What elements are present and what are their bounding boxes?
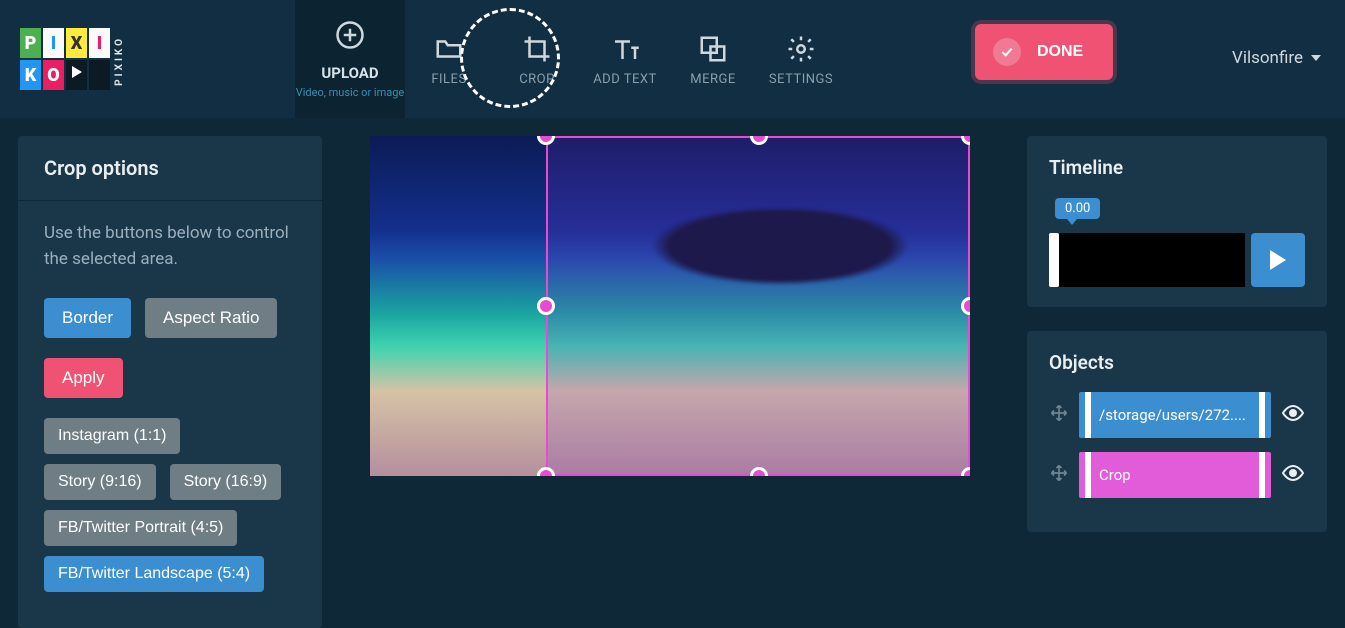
upload-title: UPLOAD bbox=[321, 64, 378, 82]
done-button[interactable]: DONE bbox=[975, 24, 1113, 80]
crop-icon bbox=[520, 32, 554, 66]
object-row: Crop bbox=[1049, 452, 1305, 498]
panel-title: Crop options bbox=[18, 136, 322, 201]
user-name: Vilsonfire bbox=[1232, 48, 1303, 68]
timeline-clip[interactable] bbox=[1059, 233, 1245, 287]
done-label: DONE bbox=[1037, 43, 1083, 61]
toolbar-settings-label: SETTINGS bbox=[769, 72, 833, 87]
folder-icon bbox=[432, 32, 466, 66]
toolbar-addtext[interactable]: ADD TEXT bbox=[581, 0, 669, 118]
upload-button[interactable]: UPLOAD Video, music or image bbox=[295, 0, 405, 118]
timeline-position-badge: 0.00 bbox=[1055, 198, 1100, 219]
border-button[interactable]: Border bbox=[44, 298, 131, 338]
visibility-toggle-icon[interactable] bbox=[1281, 401, 1305, 429]
object-chip-crop[interactable]: Crop bbox=[1079, 452, 1271, 498]
merge-icon bbox=[696, 32, 730, 66]
upload-subtitle: Video, music or image bbox=[296, 86, 404, 100]
drag-handle-icon[interactable] bbox=[1049, 463, 1069, 487]
editor-canvas[interactable] bbox=[370, 136, 970, 476]
preset-story-16-9[interactable]: Story (16:9) bbox=[170, 464, 282, 500]
objects-title: Objects bbox=[1049, 351, 1305, 374]
brand-text: PIXIKO bbox=[114, 36, 125, 86]
user-menu[interactable]: Vilsonfire bbox=[1232, 48, 1321, 68]
toolbar-merge-label: MERGE bbox=[690, 72, 736, 87]
toolbar-addtext-label: ADD TEXT bbox=[593, 72, 657, 87]
toolbar-merge[interactable]: MERGE bbox=[669, 0, 757, 118]
toolbar-crop[interactable]: CROP bbox=[493, 0, 581, 118]
toolbar-settings[interactable]: SETTINGS bbox=[757, 0, 845, 118]
timeline-panel: Timeline 0.00 bbox=[1027, 136, 1327, 307]
visibility-toggle-icon[interactable] bbox=[1281, 461, 1305, 489]
timeline-track[interactable] bbox=[1049, 233, 1305, 287]
apply-button[interactable]: Apply bbox=[44, 358, 123, 398]
plus-circle-icon bbox=[333, 18, 367, 52]
object-chip-image[interactable]: /storage/users/272.... bbox=[1079, 392, 1271, 438]
right-column: Timeline 0.00 Objects /storage/users/272… bbox=[1027, 136, 1327, 628]
objects-panel: Objects /storage/users/272.... bbox=[1027, 331, 1327, 532]
timeline-cursor[interactable] bbox=[1049, 233, 1059, 287]
toolbar-files-label: FILES bbox=[431, 72, 466, 87]
object-label: Crop bbox=[1099, 466, 1131, 484]
aspect-ratio-button[interactable]: Aspect Ratio bbox=[145, 298, 277, 338]
chevron-down-icon bbox=[1311, 55, 1321, 61]
main-area: Crop options Use the buttons below to co… bbox=[0, 118, 1345, 628]
crop-selection[interactable] bbox=[546, 136, 970, 476]
brand-logo[interactable]: PIXI KO bbox=[20, 28, 110, 90]
preset-instagram[interactable]: Instagram (1:1) bbox=[44, 418, 180, 454]
object-row: /storage/users/272.... bbox=[1049, 392, 1305, 438]
gear-icon bbox=[784, 32, 818, 66]
timeline-title: Timeline bbox=[1049, 156, 1305, 179]
drag-handle-icon[interactable] bbox=[1049, 403, 1069, 427]
preset-story-9-16[interactable]: Story (9:16) bbox=[44, 464, 156, 500]
canvas-area bbox=[340, 136, 1009, 628]
text-icon bbox=[608, 32, 642, 66]
toolbar-files[interactable]: FILES bbox=[405, 0, 493, 118]
toolbar-crop-label: CROP bbox=[519, 72, 555, 87]
preset-fb-portrait[interactable]: FB/Twitter Portrait (4:5) bbox=[44, 510, 237, 546]
object-label: /storage/users/272.... bbox=[1099, 406, 1246, 424]
crop-options-panel: Crop options Use the buttons below to co… bbox=[18, 136, 322, 628]
main-toolbar: UPLOAD Video, music or image FILES CROP … bbox=[295, 0, 845, 118]
app-header: PIXI KO PIXIKO UPLOAD Video, music or im… bbox=[0, 0, 1345, 118]
crop-handle-mid-left[interactable] bbox=[537, 297, 555, 315]
play-button[interactable] bbox=[1251, 233, 1305, 287]
panel-help-text: Use the buttons below to control the sel… bbox=[44, 221, 296, 272]
preset-fb-landscape[interactable]: FB/Twitter Landscape (5:4) bbox=[44, 556, 264, 592]
check-icon bbox=[993, 38, 1021, 66]
